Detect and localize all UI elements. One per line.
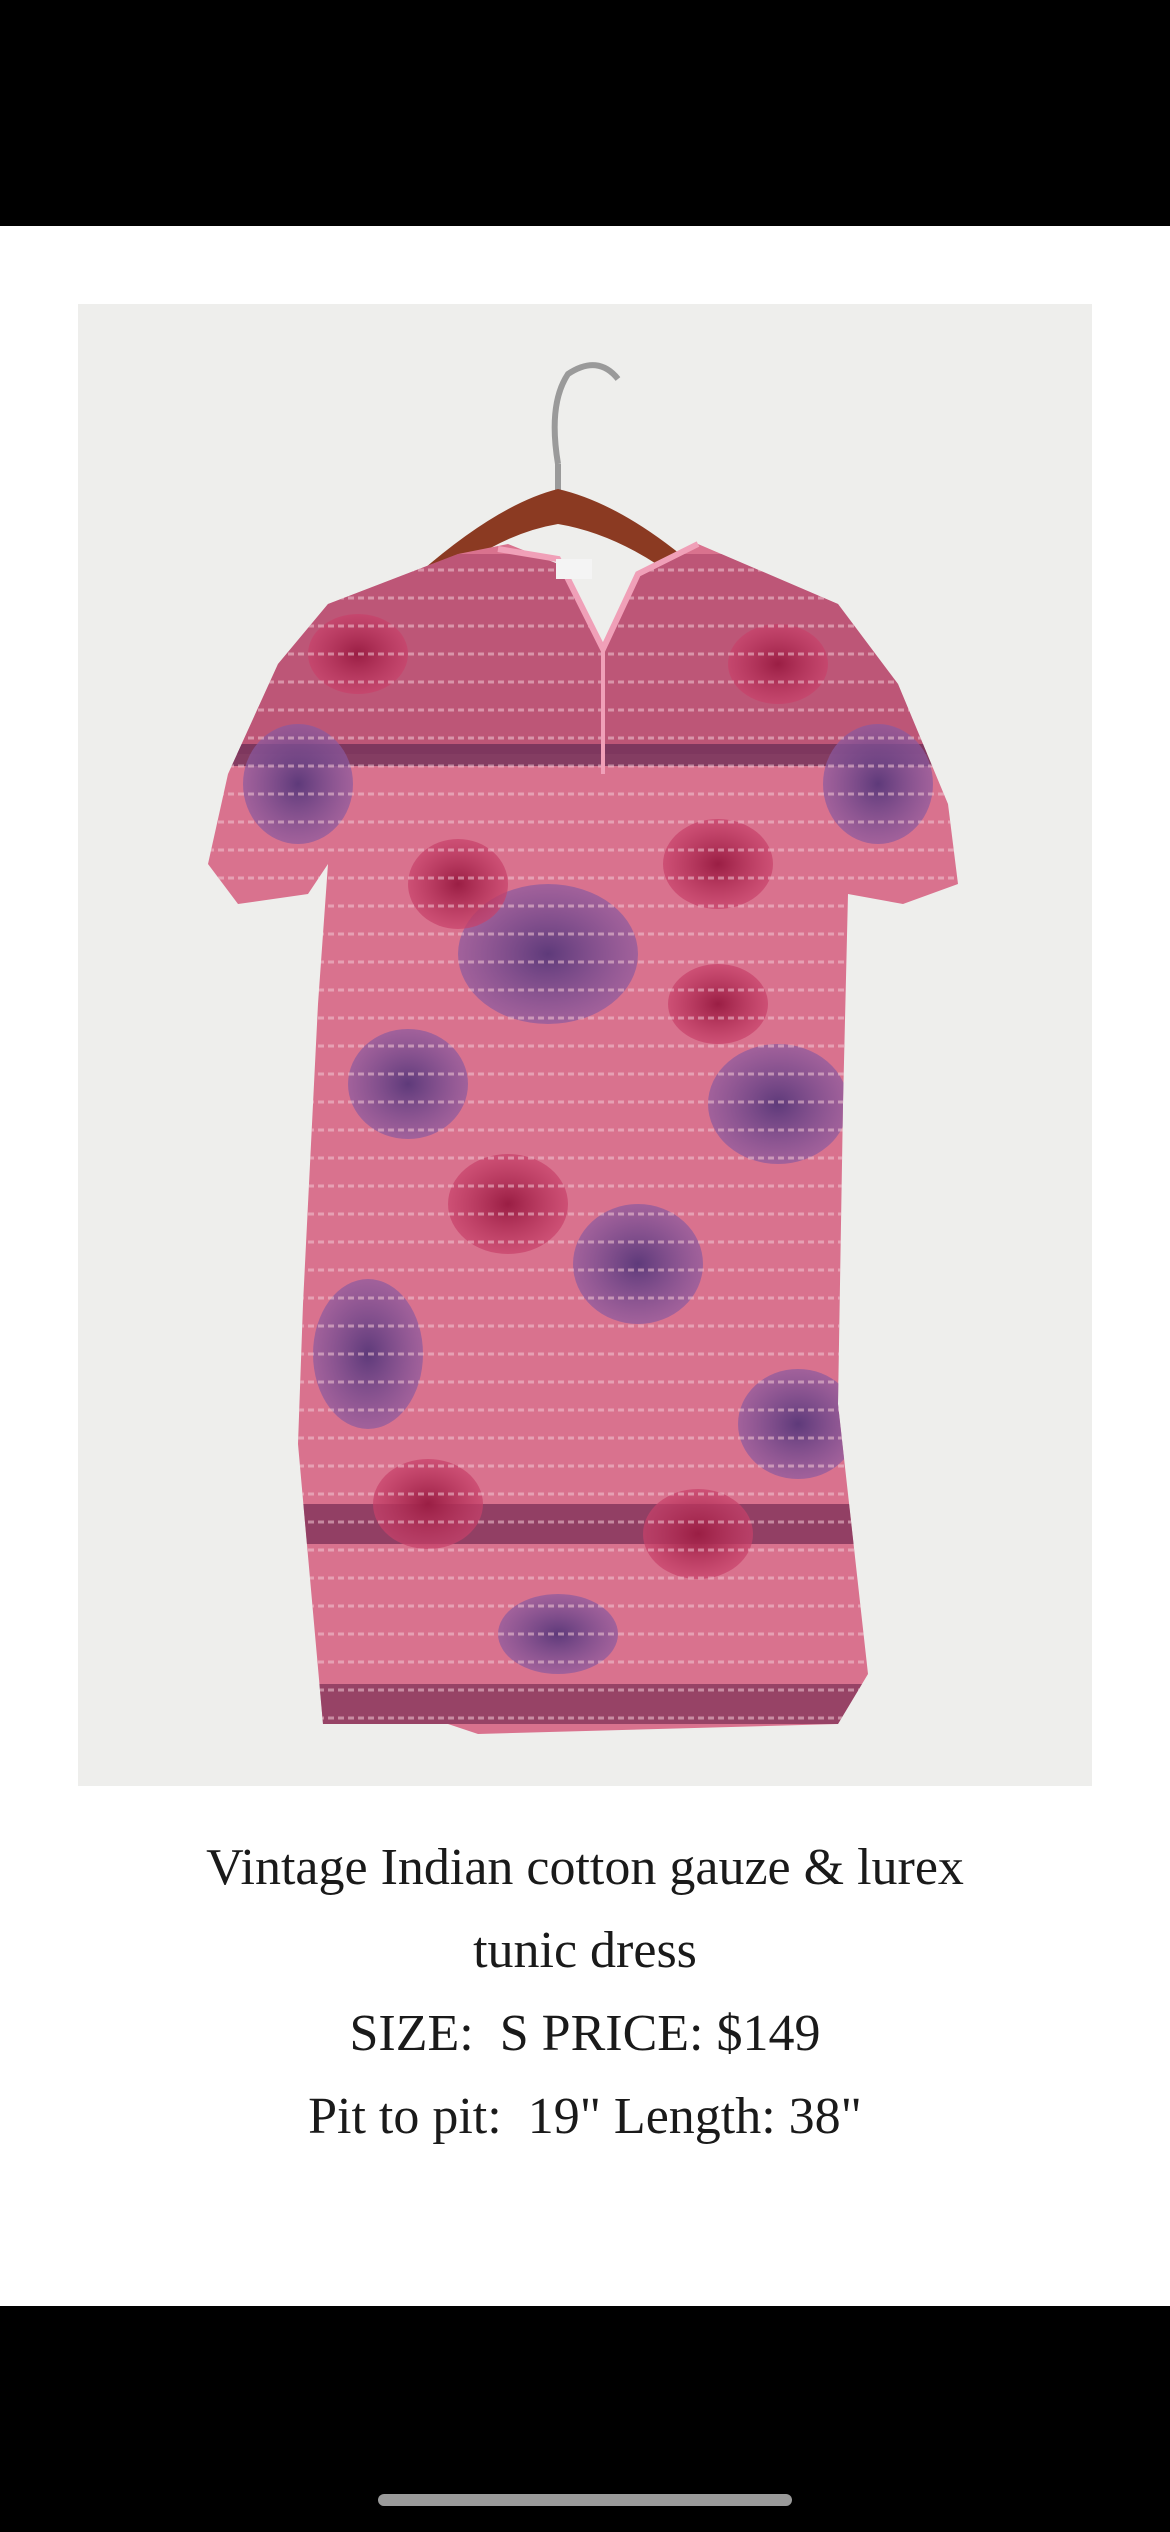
product-caption: Vintage Indian cotton gauze & lurex tuni… xyxy=(0,1826,1170,2158)
status-bar-area xyxy=(0,0,1170,226)
measurements-line: Pit to pit: 19" Length: 38" xyxy=(308,2088,862,2145)
dress-body xyxy=(208,544,958,1734)
product-title-line-1: Vintage Indian cotton gauze & lurex xyxy=(206,1839,964,1896)
product-card: Vintage Indian cotton gauze & lurex tuni… xyxy=(0,226,1170,2306)
size-price-line: SIZE: S PRICE: $149 xyxy=(349,2005,821,2062)
product-photo[interactable] xyxy=(78,304,1092,1786)
hanger-hook xyxy=(551,362,621,465)
dress-image xyxy=(208,362,958,1734)
garment-label xyxy=(556,559,592,579)
home-indicator[interactable] xyxy=(378,2494,792,2506)
product-title-line-2: tunic dress xyxy=(473,1922,697,1979)
